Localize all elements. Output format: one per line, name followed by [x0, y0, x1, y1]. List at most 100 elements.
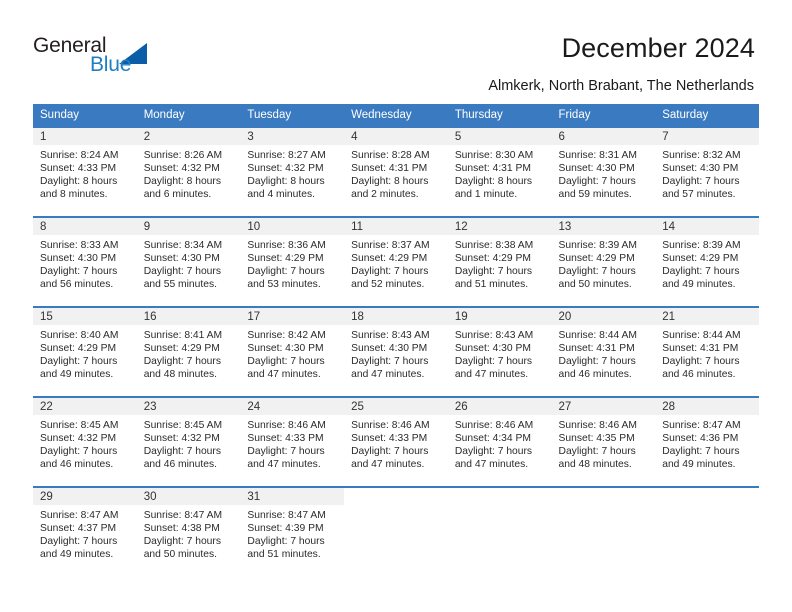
day-number: 29: [33, 486, 137, 505]
calendar-day-cell[interactable]: 19 Sunrise: 8:43 AM Sunset: 4:30 PM Dayligh…: [447, 306, 552, 396]
day-number: 27: [551, 396, 656, 415]
sunrise-time: Sunrise: 8:44 AM: [558, 330, 637, 341]
day-number: 20: [551, 306, 656, 325]
sunrise-time: Sunrise: 8:39 AM: [662, 240, 741, 251]
calendar-day-cell[interactable]: 16 Sunrise: 8:41 AM Sunset: 4:29 PM Dayligh…: [136, 306, 241, 396]
calendar-day-cell[interactable]: 17 Sunrise: 8:42 AM Sunset: 4:30 PM Dayligh…: [240, 306, 345, 396]
daylight-duration-line1: Daylight: 7 hours: [247, 535, 325, 547]
calendar-week-row: 15 Sunrise: 8:40 AM Sunset: 4:29 PM Dayligh…: [33, 306, 759, 396]
calendar-day-cell[interactable]: 9 Sunrise: 8:34 AM Sunset: 4:30 PM Daylight…: [136, 216, 241, 306]
calendar-day-cell[interactable]: 7 Sunrise: 8:32 AM Sunset: 4:30 PM Daylight…: [655, 126, 759, 216]
sunset-time: Sunset: 4:29 PM: [558, 252, 635, 264]
calendar-day-cell[interactable]: 3 Sunrise: 8:27 AM Sunset: 4:32 PM Daylight…: [240, 126, 345, 216]
day-cell-inner: [551, 486, 656, 576]
calendar-day-cell[interactable]: 30 Sunrise: 8:47 AM Sunset: 4:38 PM Dayligh…: [136, 486, 241, 576]
sunset-time: Sunset: 4:33 PM: [247, 432, 324, 444]
day-details: Sunrise: 8:46 AM Sunset: 4:33 PM Daylight:…: [344, 415, 448, 472]
calendar-day-cell[interactable]: 24 Sunrise: 8:46 AM Sunset: 4:33 PM Dayligh…: [240, 396, 345, 486]
calendar-day-cell[interactable]: 2 Sunrise: 8:26 AM Sunset: 4:32 PM Daylight…: [136, 126, 241, 216]
calendar-day-cell[interactable]: 31 Sunrise: 8:47 AM Sunset: 4:39 PM Dayligh…: [240, 486, 345, 576]
day-number: 14: [655, 216, 759, 235]
sunrise-time: Sunrise: 8:33 AM: [40, 240, 119, 251]
calendar-day-cell[interactable]: 1 Sunrise: 8:24 AM Sunset: 4:33 PM Daylight…: [33, 126, 137, 216]
calendar-day-cell[interactable]: 10 Sunrise: 8:36 AM Sunset: 4:29 PM Dayligh…: [240, 216, 345, 306]
daylight-duration-line1: Daylight: 7 hours: [351, 265, 429, 277]
sunset-time: Sunset: 4:32 PM: [143, 162, 220, 174]
day-details: Sunrise: 8:38 AM Sunset: 4:29 PM Daylight:…: [448, 235, 552, 292]
sunset-time: Sunset: 4:30 PM: [40, 252, 117, 264]
day-number: 30: [136, 486, 241, 505]
day-details: [552, 505, 656, 510]
calendar-day-cell[interactable]: 18 Sunrise: 8:43 AM Sunset: 4:30 PM Dayligh…: [344, 306, 448, 396]
calendar-day-cell[interactable]: 26 Sunrise: 8:46 AM Sunset: 4:34 PM Dayligh…: [447, 396, 552, 486]
day-details: Sunrise: 8:46 AM Sunset: 4:34 PM Daylight:…: [448, 415, 552, 472]
day-number: 16: [136, 306, 241, 325]
day-number: [551, 486, 656, 505]
calendar-day-cell[interactable]: 11 Sunrise: 8:37 AM Sunset: 4:29 PM Dayligh…: [344, 216, 448, 306]
calendar-day-cell[interactable]: 14 Sunrise: 8:39 AM Sunset: 4:29 PM Dayligh…: [655, 216, 759, 306]
day-details: Sunrise: 8:33 AM Sunset: 4:30 PM Daylight:…: [33, 235, 137, 292]
calendar-header-row: Sunday Monday Tuesday Wednesday Thursday…: [33, 104, 759, 126]
calendar-day-cell[interactable]: 25 Sunrise: 8:46 AM Sunset: 4:33 PM Dayligh…: [344, 396, 448, 486]
day-details: Sunrise: 8:42 AM Sunset: 4:30 PM Daylight:…: [240, 325, 344, 382]
daylight-duration-line1: Daylight: 7 hours: [40, 535, 118, 547]
daylight-duration-line1: Daylight: 7 hours: [662, 265, 740, 277]
calendar-day-cell[interactable]: 22 Sunrise: 8:45 AM Sunset: 4:32 PM Dayligh…: [33, 396, 137, 486]
daylight-duration-line2: and 49 minutes.: [40, 368, 114, 380]
daylight-duration-line1: Daylight: 7 hours: [40, 445, 118, 457]
daylight-duration-line2: and 51 minutes.: [454, 278, 529, 290]
calendar-day-cell[interactable]: 13 Sunrise: 8:39 AM Sunset: 4:29 PM Dayligh…: [551, 216, 656, 306]
calendar-day-cell[interactable]: 27 Sunrise: 8:46 AM Sunset: 4:35 PM Dayligh…: [551, 396, 656, 486]
day-number: [655, 486, 759, 505]
day-number: 23: [136, 396, 241, 415]
day-number: 19: [447, 306, 552, 325]
calendar-day-cell: [655, 486, 759, 576]
day-cell-inner: 1 Sunrise: 8:24 AM Sunset: 4:33 PM Daylight…: [33, 126, 137, 216]
day-number: [447, 486, 552, 505]
calendar-day-cell[interactable]: 12 Sunrise: 8:38 AM Sunset: 4:29 PM Dayligh…: [447, 216, 552, 306]
daylight-duration-line1: Daylight: 7 hours: [662, 175, 740, 187]
day-number: 21: [655, 306, 759, 325]
day-details: Sunrise: 8:46 AM Sunset: 4:33 PM Daylight:…: [240, 415, 344, 472]
day-cell-inner: 3 Sunrise: 8:27 AM Sunset: 4:32 PM Daylight…: [240, 126, 345, 216]
day-number: 24: [240, 396, 345, 415]
sunrise-time: Sunrise: 8:42 AM: [247, 330, 326, 341]
day-details: [655, 505, 759, 510]
calendar-day-cell[interactable]: 21 Sunrise: 8:44 AM Sunset: 4:31 PM Dayligh…: [655, 306, 759, 396]
day-number: 9: [136, 216, 241, 235]
sunset-time: Sunset: 4:36 PM: [662, 432, 739, 444]
calendar-day-cell[interactable]: 28 Sunrise: 8:47 AM Sunset: 4:36 PM Dayligh…: [655, 396, 759, 486]
calendar-day-cell[interactable]: 5 Sunrise: 8:30 AM Sunset: 4:31 PM Daylight…: [447, 126, 552, 216]
calendar-day-cell[interactable]: 6 Sunrise: 8:31 AM Sunset: 4:30 PM Daylight…: [551, 126, 656, 216]
day-cell-inner: [447, 486, 552, 576]
calendar-day-cell[interactable]: 15 Sunrise: 8:40 AM Sunset: 4:29 PM Dayligh…: [33, 306, 137, 396]
calendar-day-cell[interactable]: 8 Sunrise: 8:33 AM Sunset: 4:30 PM Daylight…: [33, 216, 137, 306]
day-details: Sunrise: 8:47 AM Sunset: 4:37 PM Daylight:…: [33, 505, 137, 562]
daylight-duration-line2: and 50 minutes.: [558, 278, 632, 290]
weekday-header-thursday: Thursday: [447, 104, 552, 126]
day-number: 12: [447, 216, 552, 235]
day-details: Sunrise: 8:31 AM Sunset: 4:30 PM Daylight:…: [552, 145, 656, 202]
calendar-week-row: 1 Sunrise: 8:24 AM Sunset: 4:33 PM Daylight…: [33, 126, 759, 216]
calendar-day-cell[interactable]: 29 Sunrise: 8:47 AM Sunset: 4:37 PM Dayligh…: [33, 486, 137, 576]
sunset-time: Sunset: 4:29 PM: [662, 252, 739, 264]
day-details: Sunrise: 8:43 AM Sunset: 4:30 PM Daylight:…: [448, 325, 552, 382]
calendar-table: Sunday Monday Tuesday Wednesday Thursday…: [33, 104, 759, 576]
sunset-time: Sunset: 4:39 PM: [247, 522, 324, 534]
sunrise-time: Sunrise: 8:31 AM: [558, 150, 637, 161]
page-subtitle: Almkerk, North Brabant, The Netherlands: [488, 78, 754, 94]
sunrise-time: Sunrise: 8:37 AM: [351, 240, 430, 251]
day-details: Sunrise: 8:40 AM Sunset: 4:29 PM Daylight:…: [33, 325, 137, 382]
day-details: Sunrise: 8:37 AM Sunset: 4:29 PM Daylight:…: [344, 235, 448, 292]
daylight-duration-line2: and 46 minutes.: [143, 458, 217, 470]
calendar-day-cell[interactable]: 20 Sunrise: 8:44 AM Sunset: 4:31 PM Dayligh…: [551, 306, 656, 396]
day-cell-inner: 20 Sunrise: 8:44 AM Sunset: 4:31 PM Dayligh…: [551, 306, 656, 396]
sunrise-time: Sunrise: 8:46 AM: [247, 420, 326, 431]
daylight-duration-line1: Daylight: 7 hours: [143, 265, 221, 277]
day-cell-inner: 21 Sunrise: 8:44 AM Sunset: 4:31 PM Dayligh…: [655, 306, 759, 396]
calendar-day-cell[interactable]: 23 Sunrise: 8:45 AM Sunset: 4:32 PM Dayligh…: [136, 396, 241, 486]
day-cell-inner: 28 Sunrise: 8:47 AM Sunset: 4:36 PM Dayligh…: [655, 396, 759, 486]
day-number: 15: [33, 306, 137, 325]
day-details: Sunrise: 8:39 AM Sunset: 4:29 PM Daylight:…: [655, 235, 759, 292]
calendar-day-cell[interactable]: 4 Sunrise: 8:28 AM Sunset: 4:31 PM Daylight…: [344, 126, 448, 216]
